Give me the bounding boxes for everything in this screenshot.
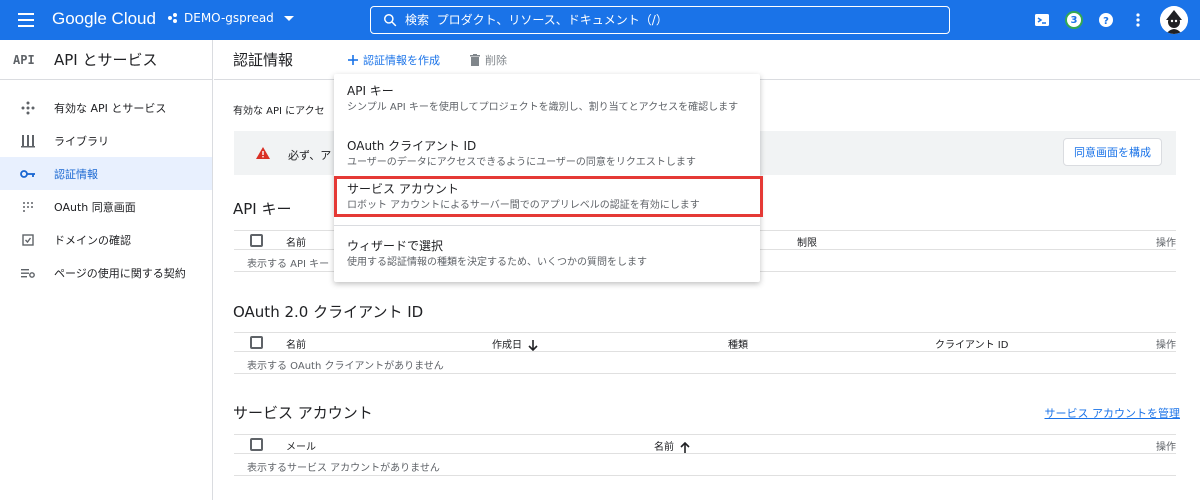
sidebar: API API とサービス 有効な API とサービス ライブラリ 認証情報 O…	[0, 40, 213, 500]
api-logo: API	[13, 52, 35, 67]
col-name-label: 名前	[654, 442, 674, 453]
col-type: 種類	[728, 340, 748, 351]
hub-icon	[20, 100, 36, 116]
col-operations: 操作	[1156, 238, 1176, 249]
oauth-clients-table: 名前 作成日 種類 クライアント ID 操作 表示する OAuth クライアント…	[234, 332, 1176, 374]
sidebar-item-oauth-consent[interactable]: OAuth 同意画面	[0, 190, 212, 223]
checkbox-icon	[20, 232, 36, 248]
oauth-clients-title: OAuth 2.0 クライアント ID	[233, 303, 424, 321]
menu-item-title: API キー	[347, 84, 394, 98]
col-created-label: 作成日	[492, 340, 522, 351]
sidebar-item-label: 認証情報	[54, 167, 98, 181]
menu-icon[interactable]	[18, 13, 34, 27]
sidebar-item-domain-verification[interactable]: ドメインの確認	[0, 223, 212, 256]
create-credentials-menu: API キー シンプル API キーを使用してプロジェクトを識別し、割り当てとア…	[334, 74, 760, 282]
more-vert-icon[interactable]	[1128, 10, 1148, 30]
arrow-up-icon	[680, 441, 690, 453]
col-email: メール	[286, 442, 316, 453]
project-selector[interactable]: DEMO-gspread	[168, 11, 294, 25]
menu-item-title: OAuth クライアント ID	[347, 139, 477, 153]
consent-icon	[20, 199, 36, 215]
manage-service-accounts-link[interactable]: サービス アカウントを管理	[1045, 405, 1181, 421]
delete-label: 削除	[485, 53, 507, 67]
info-text: 有効な API にアクセ	[233, 106, 325, 117]
warning-text: 必ず、ア	[288, 149, 332, 162]
table-header: 名前 作成日 種類 クライアント ID 操作	[234, 332, 1176, 352]
menu-item-wizard[interactable]: ウィザードで選択 使用する認証情報の種類を決定するため、いくつかの質問をします	[347, 237, 752, 270]
menu-item-title: ウィザードで選択	[347, 239, 444, 253]
notifications-button[interactable]: 3	[1064, 10, 1084, 30]
sidebar-item-label: OAuth 同意画面	[54, 200, 136, 214]
page-title: 認証情報	[233, 51, 294, 69]
project-name: DEMO-gspread	[184, 11, 274, 25]
menu-item-oauth-client-id[interactable]: OAuth クライアント ID ユーザーのデータにアクセスできるようにユーザーの…	[347, 137, 752, 170]
svg-text:?: ?	[1103, 16, 1109, 27]
sidebar-item-enabled-apis[interactable]: 有効な API とサービス	[0, 91, 212, 124]
project-icon	[168, 13, 178, 23]
notification-count-badge: 3	[1065, 11, 1083, 29]
api-keys-title: API キー	[233, 200, 292, 218]
top-app-bar: Google Cloud DEMO-gspread 3 ?	[0, 0, 1200, 40]
sidebar-item-label: ライブラリ	[54, 134, 109, 148]
chevron-down-icon	[283, 15, 294, 21]
settings-list-icon	[20, 265, 36, 281]
select-all-checkbox[interactable]	[250, 336, 263, 349]
col-name: 名前	[286, 238, 306, 249]
configure-consent-screen-button[interactable]: 同意画面を構成	[1063, 138, 1162, 166]
empty-message: 表示するサービス アカウントがありません	[234, 454, 1176, 476]
table-header: メール 名前 操作	[234, 434, 1176, 454]
arrow-down-icon	[528, 339, 538, 351]
menu-item-description: ユーザーのデータにアクセスできるようにユーザーの同意をリクエストします	[347, 157, 696, 168]
col-restriction: 制限	[797, 238, 817, 249]
help-icon[interactable]: ?	[1096, 10, 1116, 30]
col-operations: 操作	[1156, 340, 1176, 351]
select-all-checkbox[interactable]	[250, 438, 263, 451]
menu-item-description: 使用する認証情報の種類を決定するため、いくつかの質問をします	[347, 257, 647, 268]
library-icon	[20, 133, 36, 149]
search-bar[interactable]	[370, 6, 950, 34]
sidebar-item-credentials[interactable]: 認証情報	[0, 157, 212, 190]
search-icon	[384, 14, 397, 27]
service-accounts-title: サービス アカウント	[233, 404, 373, 422]
menu-item-title: サービス アカウント	[347, 182, 459, 196]
create-credentials-label: 認証情報を作成	[363, 53, 440, 67]
key-icon	[20, 166, 36, 182]
col-name: 名前	[286, 340, 306, 351]
sidebar-item-label: ドメインの確認	[54, 233, 131, 247]
col-name-sort[interactable]: 名前	[654, 438, 690, 453]
menu-divider	[334, 225, 760, 226]
sidebar-item-page-usage-agreements[interactable]: ページの使用に関する契約	[0, 256, 212, 289]
create-credentials-button[interactable]: 認証情報を作成	[347, 52, 440, 68]
cloud-shell-icon[interactable]	[1032, 10, 1052, 30]
trash-icon	[470, 53, 480, 66]
menu-item-api-key[interactable]: API キー シンプル API キーを使用してプロジェクトを識別し、割り当てとア…	[347, 82, 752, 115]
sidebar-item-label: ページの使用に関する契約	[54, 266, 186, 280]
select-all-checkbox[interactable]	[250, 234, 263, 247]
sidebar-item-library[interactable]: ライブラリ	[0, 124, 212, 157]
search-input[interactable]	[405, 13, 945, 27]
account-avatar[interactable]	[1160, 6, 1188, 34]
service-accounts-table: メール 名前 操作 表示するサービス アカウントがありません	[234, 434, 1176, 476]
sidebar-title: API とサービス	[54, 51, 158, 69]
menu-item-description: シンプル API キーを使用してプロジェクトを識別し、割り当てとアクセスを確認し…	[347, 102, 739, 113]
col-created-sort[interactable]: 作成日	[492, 336, 538, 351]
sidebar-header: API API とサービス	[0, 40, 212, 80]
empty-message: 表示する OAuth クライアントがありません	[234, 352, 1176, 374]
google-cloud-logo[interactable]: Google Cloud	[52, 9, 156, 29]
sidebar-item-label: 有効な API とサービス	[54, 101, 167, 115]
delete-button[interactable]: 削除	[470, 52, 507, 68]
plus-icon	[348, 54, 358, 65]
menu-item-description: ロボット アカウントによるサーバー間でのアプリレベルの認証を有効にします	[347, 200, 700, 211]
menu-item-service-account[interactable]: サービス アカウント ロボット アカウントによるサーバー間でのアプリレベルの認証…	[347, 180, 752, 213]
col-client-id: クライアント ID	[935, 340, 1009, 351]
warning-icon	[256, 147, 270, 159]
col-operations: 操作	[1156, 442, 1176, 453]
